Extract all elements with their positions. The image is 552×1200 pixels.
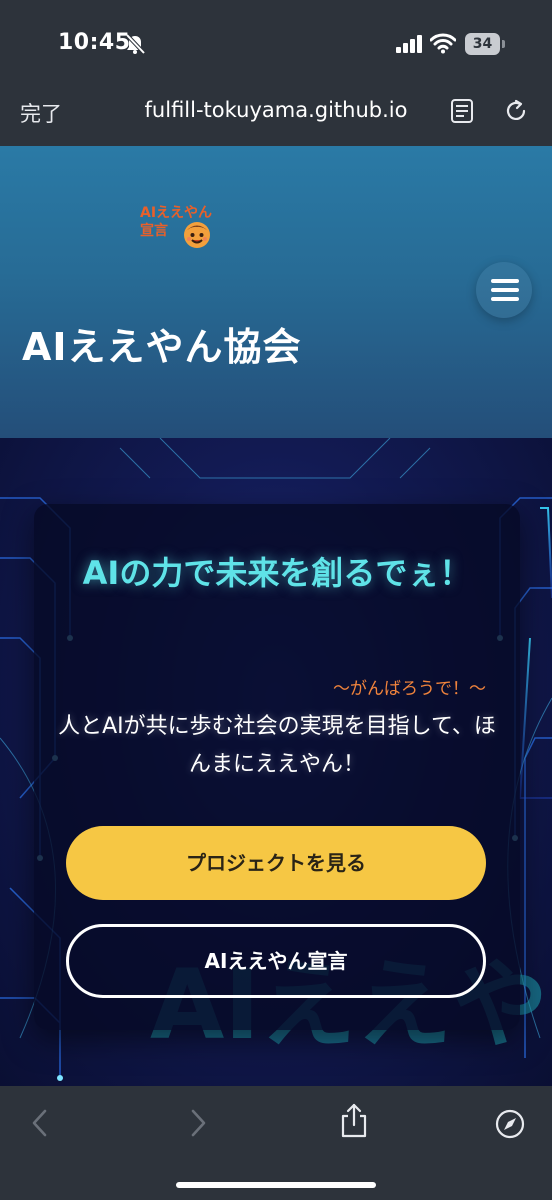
share-icon[interactable] <box>338 1102 370 1140</box>
compass-icon[interactable] <box>494 1108 526 1140</box>
forward-icon[interactable] <box>186 1108 210 1138</box>
browser-bar: 完了 fulfill-tokuyama.github.io <box>0 88 552 146</box>
browser-toolbar <box>0 1086 552 1200</box>
bell-slash-icon <box>125 33 146 55</box>
hero-headline: AIの力で未来を創るでぇ！ <box>82 554 472 592</box>
menu-button[interactable] <box>476 262 532 318</box>
declaration-button[interactable]: AIええやん宣言 <box>66 924 486 998</box>
battery-level: 34 <box>465 33 500 55</box>
status-time: 10:45 <box>58 30 131 55</box>
wifi-icon <box>430 33 456 54</box>
battery-icon: 34 <box>465 33 505 55</box>
site-title: AIええやん協会 <box>22 325 302 369</box>
hamburger-menu-icon <box>491 279 519 283</box>
hero-section: AIええやん AIの力で未来を創るでぇ！ 〜がんばろうで！〜 人とAIが共に歩む… <box>0 438 552 1086</box>
site-logo[interactable]: AIええやん 宣言 <box>140 204 218 250</box>
hero-tagline: 〜がんばろうで！〜 <box>333 679 486 699</box>
mascot-face-icon <box>184 222 210 248</box>
status-bar: 10:45 34 <box>0 0 552 88</box>
site-header: AIええやん 宣言 AIええやん協会 <box>0 146 552 438</box>
hero-description: 人とAIが共に歩む社会の実現を目指して、ほんまにええやん！ <box>58 714 496 777</box>
back-icon[interactable] <box>28 1108 52 1138</box>
hero-card: AIの力で未来を創るでぇ！ 〜がんばろうで！〜 人とAIが共に歩む社会の実現を目… <box>34 504 520 1030</box>
view-projects-button[interactable]: プロジェクトを見る <box>66 826 486 900</box>
home-indicator <box>176 1182 376 1188</box>
signal-icon <box>396 35 422 53</box>
reader-icon[interactable] <box>450 98 474 124</box>
reload-icon[interactable] <box>503 98 529 124</box>
